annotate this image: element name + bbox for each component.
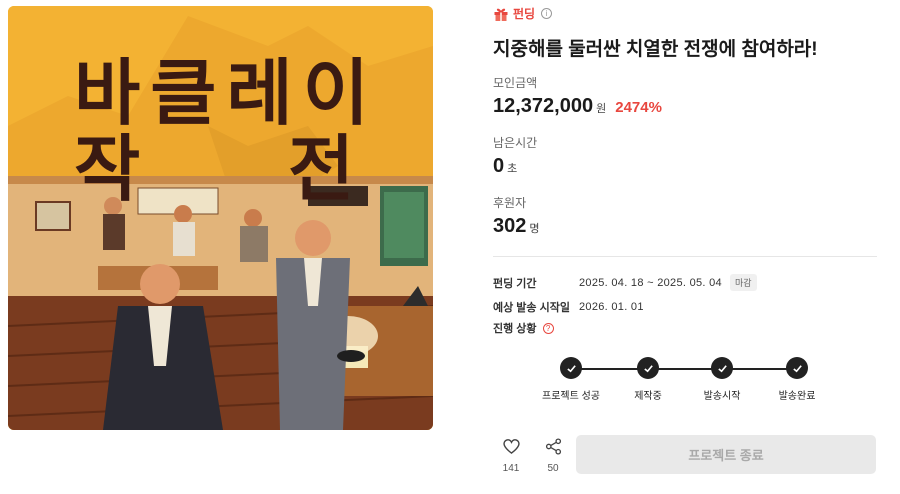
remaining-time-unit: 초 bbox=[507, 163, 518, 175]
funding-badge-label: 펀딩 bbox=[513, 7, 536, 21]
raised-amount-label: 모인금액 bbox=[493, 76, 538, 90]
share-button[interactable]: 50 bbox=[535, 438, 571, 474]
help-icon[interactable]: ? bbox=[542, 322, 554, 334]
progress-status-label: 진행 상황 bbox=[493, 323, 537, 335]
remaining-time: 0 초 bbox=[493, 155, 517, 178]
project-ended-button[interactable]: 프로젝트 종료 bbox=[576, 435, 876, 474]
step-shipping-complete: 발송완료 bbox=[757, 357, 837, 402]
funding-period-value: 2025. 04. 18 ~ 2025. 05. 04 bbox=[579, 276, 722, 289]
remaining-time-label: 남은시간 bbox=[493, 136, 538, 150]
achievement-rate: 2474% bbox=[615, 99, 662, 116]
gift-icon bbox=[493, 6, 509, 22]
cover-title-char-right: 전 bbox=[288, 127, 359, 211]
backers-unit: 명 bbox=[529, 223, 540, 235]
check-icon bbox=[637, 357, 659, 379]
closed-tag: 마감 bbox=[729, 274, 757, 291]
step-shipping-started: 발송시작 bbox=[682, 357, 762, 402]
backers-label: 후원자 bbox=[493, 196, 527, 210]
step-label: 발송완료 bbox=[778, 391, 816, 402]
heart-icon bbox=[502, 439, 521, 459]
backers: 302 명 bbox=[493, 215, 540, 238]
like-button[interactable]: 141 bbox=[493, 438, 529, 474]
check-icon bbox=[560, 357, 582, 379]
project-title: 지중해를 둘러싼 치열한 전쟁에 참여하라! bbox=[493, 39, 818, 60]
share-icon bbox=[545, 438, 562, 459]
like-count: 141 bbox=[502, 463, 520, 474]
cover-title-line2: 작 전 bbox=[74, 110, 433, 215]
remaining-time-value: 0 bbox=[493, 155, 505, 177]
raised-amount: 12,372,000 원 2474% bbox=[493, 95, 662, 118]
section-divider bbox=[493, 256, 877, 257]
project-cover-image: 바클레이 작 전 bbox=[8, 6, 433, 430]
step-label: 프로젝트 성공 bbox=[542, 391, 600, 402]
funding-period-row: 펀딩 기간 2025. 04. 18 ~ 2025. 05. 04 마감 bbox=[493, 274, 757, 291]
step-label: 제작중 bbox=[634, 391, 662, 402]
shipping-date-value: 2026. 01. 01 bbox=[579, 301, 644, 313]
raised-amount-unit: 원 bbox=[596, 103, 607, 115]
info-icon[interactable]: i bbox=[541, 8, 553, 19]
step-label: 발송시작 bbox=[703, 391, 741, 402]
cover-title-char-left: 작 bbox=[74, 127, 145, 211]
raised-amount-value: 12,372,000 bbox=[493, 95, 594, 117]
funding-period-label: 펀딩 기간 bbox=[493, 277, 537, 290]
step-project-success: 프로젝트 성공 bbox=[531, 357, 611, 402]
step-in-production: 제작중 bbox=[608, 357, 688, 402]
backers-value: 302 bbox=[493, 215, 527, 237]
share-count: 50 bbox=[547, 463, 559, 474]
shipping-date-row: 예상 발송 시작일 2026. 01. 01 bbox=[493, 299, 644, 315]
funding-badge: 펀딩 i bbox=[493, 5, 553, 22]
check-icon bbox=[711, 357, 733, 379]
progress-status-row: 진행 상황 ? bbox=[493, 320, 554, 336]
shipping-date-label: 예상 발송 시작일 bbox=[493, 302, 570, 314]
check-icon bbox=[786, 357, 808, 379]
project-info-panel: 펀딩 i 지중해를 둘러싼 치열한 전쟁에 참여하라! 모인금액 12,372,… bbox=[493, 0, 877, 494]
